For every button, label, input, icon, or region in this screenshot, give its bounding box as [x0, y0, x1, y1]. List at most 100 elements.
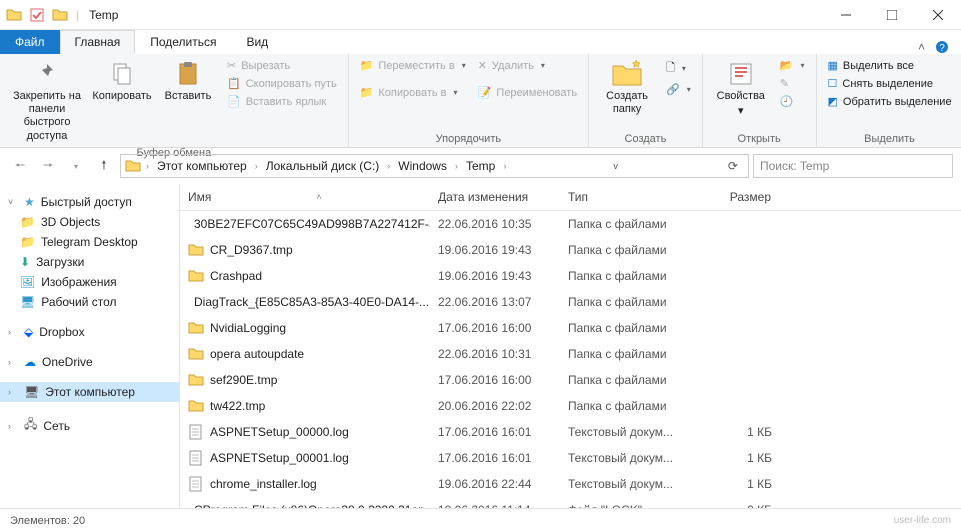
recent-dropdown[interactable]: ▾	[64, 154, 88, 178]
new-item-button[interactable]: 🗋▾	[663, 58, 694, 79]
back-button[interactable]: 🠔	[8, 154, 32, 178]
refresh-icon[interactable]: ⟳	[722, 159, 744, 173]
moveto-icon: 📁	[360, 59, 374, 72]
col-name[interactable]: Имя˄	[180, 184, 430, 210]
table-row[interactable]: 30BE27EFC07C65C49AD998B7A227412F-S...22.…	[180, 211, 961, 237]
tab-view[interactable]: Вид	[231, 30, 283, 54]
cell-date: 19.06.2016 19:43	[430, 240, 560, 260]
help-icon[interactable]: ?	[935, 40, 949, 54]
select-none-button[interactable]: ☐Снять выделение	[825, 76, 955, 91]
copy-to-button[interactable]: 📁Копировать в▾	[357, 85, 469, 100]
collapse-ribbon-icon[interactable]: ˄	[918, 40, 925, 54]
open-button[interactable]: 📂▾	[777, 58, 808, 73]
shortcut-icon: 📄	[227, 95, 241, 108]
paste-label: Вставить	[165, 90, 212, 103]
sidebar-onedrive[interactable]: ›☁OneDrive	[0, 352, 179, 372]
copy-label: Копировать	[92, 90, 151, 103]
folder-icon	[6, 7, 22, 23]
table-row[interactable]: NvidiaLogging17.06.2016 16:00Папка с фай…	[180, 315, 961, 341]
col-date[interactable]: Дата изменения	[430, 184, 560, 210]
pc-icon: 🖥	[24, 385, 39, 399]
chevron-right-icon[interactable]: ›	[452, 159, 461, 173]
cell-size	[700, 351, 780, 357]
col-type[interactable]: Тип	[560, 184, 700, 210]
cell-name: ASPNETSetup_00000.log	[180, 421, 430, 443]
crumb-2[interactable]: Windows	[395, 157, 450, 175]
sidebar-network[interactable]: ›🖧Сеть	[0, 412, 179, 439]
easy-access-button[interactable]: 🔗▾	[663, 82, 694, 97]
folder-icon: 📁	[20, 215, 35, 229]
copy-path-button[interactable]: 📋Скопировать путь	[224, 76, 340, 91]
sidebar-item-desktop[interactable]: 🖥Рабочий стол	[0, 292, 179, 312]
crumb-1[interactable]: Локальный диск (C:)	[263, 157, 383, 175]
paste-shortcut-button[interactable]: 📄Вставить ярлык	[224, 94, 340, 109]
tab-share[interactable]: Поделиться	[135, 30, 231, 54]
tab-file[interactable]: Файл	[0, 30, 60, 54]
cell-size	[700, 221, 780, 227]
new-folder-button[interactable]: Создать папку	[597, 58, 657, 118]
chevron-right-icon[interactable]: ›	[500, 159, 509, 173]
sidebar-item-3d[interactable]: 📁3D Objects	[0, 212, 179, 232]
crumb-3[interactable]: Temp	[463, 157, 498, 175]
table-row[interactable]: chrome_installer.log19.06.2016 22:44Текс…	[180, 471, 961, 497]
history-button[interactable]: 🕘	[777, 94, 808, 109]
delete-button[interactable]: ✕Удалить▾	[475, 58, 580, 73]
properties-button[interactable]: Свойства ▾	[711, 58, 771, 120]
col-size[interactable]: Размер	[700, 184, 780, 210]
window-title: Temp	[79, 8, 118, 22]
new-folder-label: Создать папку	[599, 90, 655, 116]
sidebar-dropbox[interactable]: ›⬙Dropbox	[0, 322, 179, 342]
table-row[interactable]: ASPNETSetup_00000.log17.06.2016 16:01Тек…	[180, 419, 961, 445]
chevron-right-icon[interactable]: ›	[252, 159, 261, 173]
table-row[interactable]: CProgram Files (x86)Opera38.0.2220.31op.…	[180, 497, 961, 508]
chevron-right-icon[interactable]: ›	[143, 159, 152, 173]
maximize-button[interactable]	[869, 0, 915, 30]
cut-button[interactable]: ✂Вырезать	[224, 58, 340, 73]
qat-checkbox-icon[interactable]	[30, 8, 44, 22]
table-row[interactable]: ASPNETSetup_00001.log17.06.2016 16:01Тек…	[180, 445, 961, 471]
chevron-right-icon[interactable]: ›	[384, 159, 393, 173]
move-to-button[interactable]: 📁Переместить в▾	[357, 58, 469, 73]
edit-button[interactable]: ✎	[777, 76, 808, 91]
scissors-icon: ✂	[227, 59, 236, 72]
pictures-icon: 🖼	[20, 275, 35, 289]
sidebar-item-telegram[interactable]: 📁Telegram Desktop	[0, 232, 179, 252]
pin-to-quick-access-button[interactable]: Закрепить на панели быстрого доступа	[8, 58, 86, 145]
close-button[interactable]	[915, 0, 961, 30]
sidebar-this-pc[interactable]: ›🖥Этот компьютер	[0, 382, 179, 402]
table-row[interactable]: Crashpad19.06.2016 19:43Папка с файлами	[180, 263, 961, 289]
table-row[interactable]: sef290E.tmp17.06.2016 16:00Папка с файла…	[180, 367, 961, 393]
group-open-label: Открыть	[711, 131, 808, 145]
up-button[interactable]: 🠕	[92, 154, 116, 178]
table-row[interactable]: opera autoupdate22.06.2016 10:31Папка с …	[180, 341, 961, 367]
file-list[interactable]: Имя˄ Дата изменения Тип Размер 30BE27EFC…	[180, 184, 961, 508]
forward-button[interactable]: 🠖	[36, 154, 60, 178]
addr-dropdown-icon[interactable]: v	[607, 161, 624, 171]
tab-home[interactable]: Главная	[60, 30, 136, 54]
table-row[interactable]: DiagTrack_{E85C85A3-85A3-40E0-DA14-...22…	[180, 289, 961, 315]
rename-button[interactable]: 📝Переименовать	[475, 85, 580, 100]
sidebar-item-pictures[interactable]: 🖼Изображения	[0, 272, 179, 292]
cell-name: NvidiaLogging	[180, 317, 430, 339]
navigation-pane[interactable]: ˅★Быстрый доступ 📁3D Objects 📁Telegram D…	[0, 184, 180, 508]
copy-button[interactable]: Копировать	[92, 58, 152, 105]
cell-date: 17.06.2016 16:01	[430, 422, 560, 442]
cell-size	[700, 247, 780, 253]
cell-date: 22.06.2016 10:35	[430, 214, 560, 234]
table-row[interactable]: tw422.tmp20.06.2016 22:02Папка с файлами	[180, 393, 961, 419]
cell-date: 19.06.2016 19:43	[430, 266, 560, 286]
pin-label: Закрепить на панели быстрого доступа	[10, 90, 84, 143]
cell-size	[700, 273, 780, 279]
cell-date: 19.06.2016 22:44	[430, 474, 560, 494]
sidebar-quick-access[interactable]: ˅★Быстрый доступ	[0, 192, 179, 212]
table-row[interactable]: CR_D9367.tmp19.06.2016 19:43Папка с файл…	[180, 237, 961, 263]
cell-type: Папка с файлами	[560, 396, 700, 416]
crumb-0[interactable]: Этот компьютер	[154, 157, 250, 175]
sidebar-item-downloads[interactable]: ⬇Загрузки	[0, 252, 179, 272]
search-box[interactable]: Поиск: Temp	[753, 154, 953, 178]
select-all-button[interactable]: ▦Выделить все	[825, 58, 955, 73]
invert-selection-button[interactable]: ◩Обратить выделение	[825, 94, 955, 109]
paste-button[interactable]: Вставить	[158, 58, 218, 105]
address-bar[interactable]: › Этот компьютер › Локальный диск (C:) ›…	[120, 154, 749, 178]
minimize-button[interactable]	[823, 0, 869, 30]
